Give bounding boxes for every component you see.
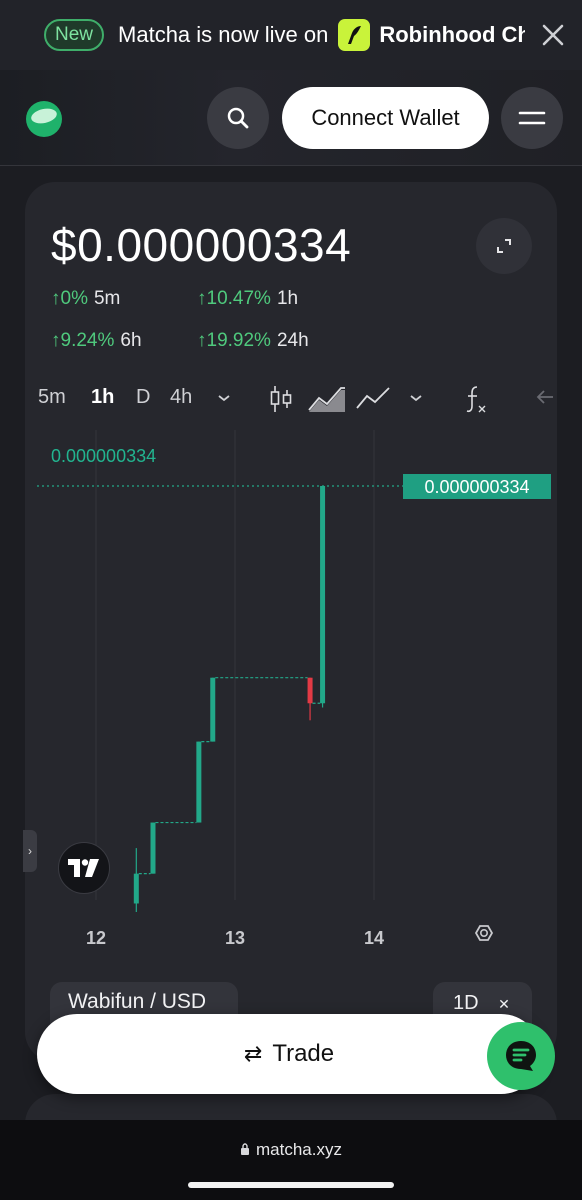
- change-24h: ↑19.92% 24h: [197, 330, 309, 352]
- search-icon: [227, 107, 249, 129]
- candle-body: [210, 677, 216, 742]
- change-pct: ↑19.92%: [197, 330, 271, 351]
- search-button[interactable]: [207, 87, 269, 149]
- tradingview-logo[interactable]: [58, 842, 110, 894]
- price-tag: 0.000000334: [403, 474, 551, 499]
- x-tick-label: 12: [86, 928, 106, 948]
- chat-icon: [506, 1041, 536, 1071]
- change-5m: ↑0% 5m: [51, 288, 120, 310]
- change-pct: ↑10.47%: [197, 288, 271, 309]
- home-indicator: [188, 1182, 394, 1188]
- banner-partner: Robinhood Ch: [379, 22, 526, 47]
- tradingview-icon: [68, 859, 99, 877]
- trade-button[interactable]: ⇄ Trade: [37, 1014, 541, 1094]
- x-tick-label: 13: [225, 928, 245, 948]
- change-pct: ↑9.24%: [51, 330, 115, 351]
- settings-icon[interactable]: [474, 925, 494, 941]
- expand-icon: [497, 239, 511, 253]
- change-pct: ↑0%: [51, 288, 88, 309]
- chart-toolbar: 5m 1h D 4h: [25, 382, 557, 418]
- token-price: $0.000000334: [51, 219, 352, 271]
- interval-1h[interactable]: 1h: [91, 386, 114, 409]
- candles-icon[interactable]: [269, 384, 293, 419]
- range-label: 1D: [453, 992, 479, 1014]
- promo-banner[interactable]: New Matcha is now live on Robinhood Ch: [0, 0, 582, 70]
- close-icon[interactable]: [542, 24, 564, 46]
- connect-wallet-button[interactable]: Connect Wallet: [282, 87, 489, 149]
- site-header: Connect Wallet: [0, 70, 582, 166]
- change-period: 24h: [276, 330, 309, 351]
- change-period: 6h: [120, 330, 142, 351]
- interval-4h[interactable]: 4h: [170, 386, 192, 409]
- browser-bar: matcha.xyz: [0, 1120, 582, 1200]
- candle-body: [150, 822, 156, 874]
- app-page: New Matcha is now live on Robinhood Ch C…: [0, 0, 582, 1200]
- price-card: $0.000000334 ↑0% 5m ↑10.47% 1h ↑9.24% 6h ↑1…: [23, 182, 557, 1062]
- change-period: 5m: [93, 288, 121, 309]
- expand-button[interactable]: [476, 218, 532, 274]
- chevron-down-icon[interactable]: [217, 390, 231, 408]
- interval-5m[interactable]: 5m: [38, 386, 66, 409]
- chat-button[interactable]: [487, 1022, 555, 1090]
- candle-body: [320, 486, 326, 704]
- last-value-label: 0.000000334: [51, 446, 156, 466]
- change-6h: ↑9.24% 6h: [51, 330, 142, 352]
- menu-button[interactable]: [501, 87, 563, 149]
- line-chart-icon[interactable]: [355, 384, 391, 419]
- chevron-down-icon: ✕: [498, 996, 510, 1012]
- change-1h: ↑10.47% 1h: [197, 288, 298, 310]
- x-tick-label: 14: [364, 928, 384, 948]
- banner-text: Matcha is now live on: [118, 22, 329, 47]
- robinhood-logo-icon: [338, 19, 371, 51]
- url-display[interactable]: matcha.xyz: [0, 1140, 582, 1161]
- matcha-logo[interactable]: [26, 101, 62, 137]
- interval-d[interactable]: D: [136, 386, 150, 409]
- url-text: matcha.xyz: [256, 1140, 342, 1159]
- candle-body: [196, 741, 202, 823]
- swap-icon: ⇄: [243, 1041, 263, 1066]
- trade-label: Trade: [272, 1040, 335, 1067]
- new-badge: New: [44, 19, 105, 51]
- candle-body: [307, 677, 313, 704]
- function-icon[interactable]: [463, 384, 489, 419]
- chevron-down-icon[interactable]: [409, 390, 423, 408]
- hamburger-icon: [518, 111, 546, 125]
- lock-icon: [240, 1141, 250, 1161]
- change-period: 1h: [276, 288, 299, 309]
- price-tag-text: 0.000000334: [424, 477, 529, 497]
- side-panel-toggle[interactable]: ›: [23, 830, 37, 872]
- area-chart-icon[interactable]: [307, 384, 347, 419]
- back-arrow-icon[interactable]: [535, 388, 555, 411]
- candle-body: [133, 873, 139, 904]
